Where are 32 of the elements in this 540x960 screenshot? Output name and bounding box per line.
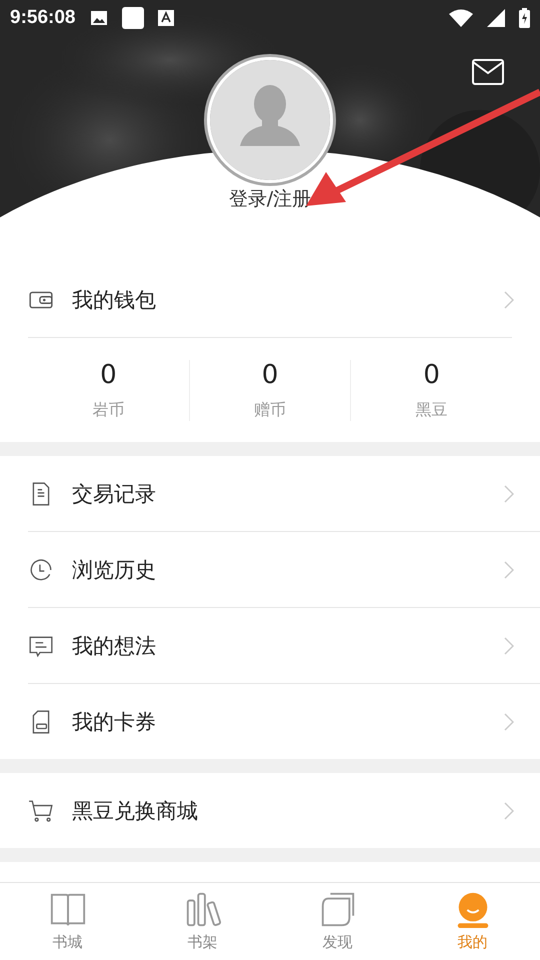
stat-value: 0 — [100, 360, 117, 390]
stat-value: 0 — [423, 360, 440, 390]
tab[interactable]: 发现 — [270, 883, 405, 960]
login-register-link[interactable]: 登录/注册 — [228, 186, 312, 212]
battery-icon — [519, 8, 530, 28]
mail-icon[interactable] — [472, 59, 504, 85]
image-notification-icon — [90, 10, 108, 26]
cart-icon — [28, 798, 54, 824]
menu-item[interactable]: 黑豆兑换商城 — [0, 773, 540, 848]
menu-item[interactable]: 我的想法 — [28, 607, 540, 683]
stat-label: 赠币 — [254, 400, 286, 420]
chevron-right-icon — [504, 636, 514, 654]
stat-value: 0 — [262, 360, 278, 390]
tab[interactable]: 书架 — [135, 883, 270, 960]
stat-label: 黑豆 — [416, 400, 448, 420]
chevron-right-icon — [504, 290, 514, 308]
wifi-icon — [449, 9, 473, 27]
wallet-title[interactable]: 我的钱包 — [72, 286, 504, 314]
square-notification-icon — [122, 7, 144, 29]
font-notification-icon — [158, 10, 174, 26]
tab[interactable]: 书城 — [0, 883, 135, 960]
status-time: 9:56:08 — [10, 7, 76, 29]
menu-item[interactable]: 浏览历史 — [28, 531, 540, 607]
chevron-right-icon — [504, 802, 514, 820]
chevron-right-icon — [504, 560, 514, 578]
menu-item[interactable]: 交易记录 — [0, 456, 540, 531]
chevron-right-icon — [504, 712, 514, 730]
clock-icon — [28, 556, 54, 582]
stat-label: 岩币 — [92, 400, 124, 420]
signal-icon — [487, 9, 505, 27]
avatar-icon[interactable] — [207, 57, 333, 183]
chevron-right-icon — [504, 484, 514, 502]
